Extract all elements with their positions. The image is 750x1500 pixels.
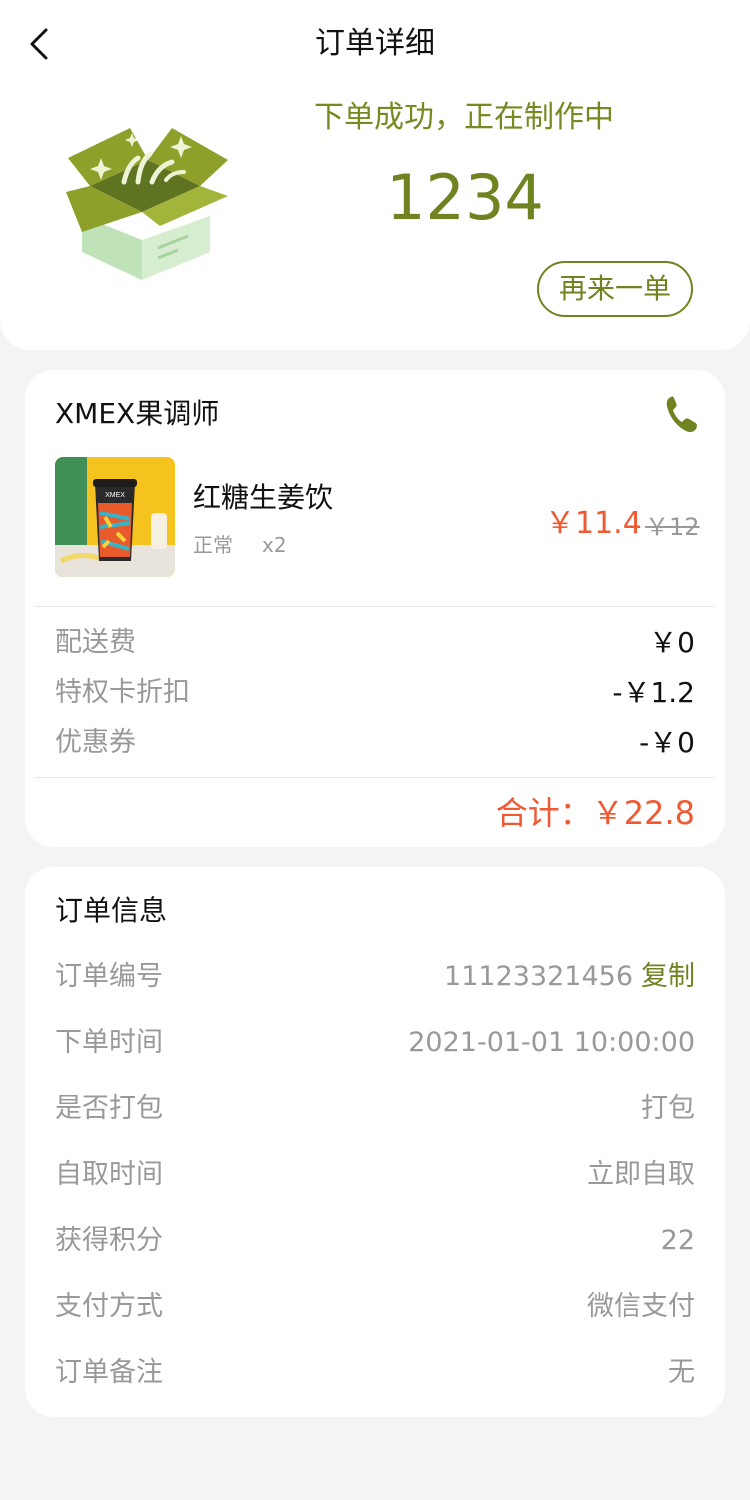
page-title: 订单详细 xyxy=(315,26,435,61)
coupon-label: 优惠券 xyxy=(55,727,136,758)
pickup-time-value: 立即自取 xyxy=(587,1159,695,1190)
privilege-discount-label: 特权卡折扣 xyxy=(55,677,190,708)
product-name: 红糖生姜饮 xyxy=(193,481,334,514)
order-total: 合计：￥22.8 xyxy=(495,794,695,832)
store-name: XMEX果调师 xyxy=(55,397,220,430)
pickup-number: 1234 xyxy=(386,161,544,234)
order-items-card: XMEX果调师 XMEX 红糖生姜饮 正常 x2 ￥11.4 ￥12 配送费 ￥… xyxy=(25,370,725,847)
delivery-fee-value: ￥0 xyxy=(649,626,695,659)
delivery-fee-label: 配送费 xyxy=(55,627,136,658)
phone-icon xyxy=(666,396,697,433)
order-info-card: 订单信息 订单编号 11123321456 复制 下单时间 2021-01-01 … xyxy=(25,867,725,1417)
product-image: XMEX xyxy=(55,457,175,577)
packaging-value: 打包 xyxy=(641,1093,695,1124)
payment-method-label: 支付方式 xyxy=(55,1291,163,1322)
points-earned-label: 获得积分 xyxy=(55,1225,163,1256)
order-status-text: 下单成功，正在制作中 xyxy=(314,100,614,135)
order-info-title: 订单信息 xyxy=(55,894,168,927)
order-number-value: 11123321456 xyxy=(444,961,633,992)
payment-method-value: 微信支付 xyxy=(587,1291,695,1322)
divider xyxy=(35,777,715,778)
product-quantity: x2 xyxy=(262,533,287,557)
order-status-card: 订单详细 下单成功，正在制作中 1234 再来一单 xyxy=(0,0,750,350)
order-number-label: 订单编号 xyxy=(55,961,163,992)
copy-order-number-button[interactable]: 复制 xyxy=(641,961,695,992)
divider xyxy=(35,606,715,607)
product-spec: 正常 xyxy=(193,533,233,557)
packaging-label: 是否打包 xyxy=(55,1093,163,1124)
order-number-row: 11123321456 复制 xyxy=(444,957,695,997)
order-time-value: 2021-01-01 10:00:00 xyxy=(408,1027,695,1058)
privilege-discount-value: -￥1.2 xyxy=(612,676,695,709)
coupon-value: -￥0 xyxy=(639,726,695,759)
order-remark-value: 无 xyxy=(668,1357,695,1388)
pickup-time-label: 自取时间 xyxy=(55,1159,163,1190)
product-price: ￥11.4 xyxy=(545,506,642,541)
points-earned-value: 22 xyxy=(660,1225,695,1256)
gift-box-icon xyxy=(66,128,228,280)
order-time-label: 下单时间 xyxy=(55,1027,163,1058)
call-store-button[interactable] xyxy=(665,394,699,434)
order-remark-label: 订单备注 xyxy=(55,1357,163,1388)
svg-text:XMEX: XMEX xyxy=(105,492,125,499)
reorder-button[interactable]: 再来一单 xyxy=(537,261,693,317)
product-original-price: ￥12 xyxy=(645,513,700,541)
